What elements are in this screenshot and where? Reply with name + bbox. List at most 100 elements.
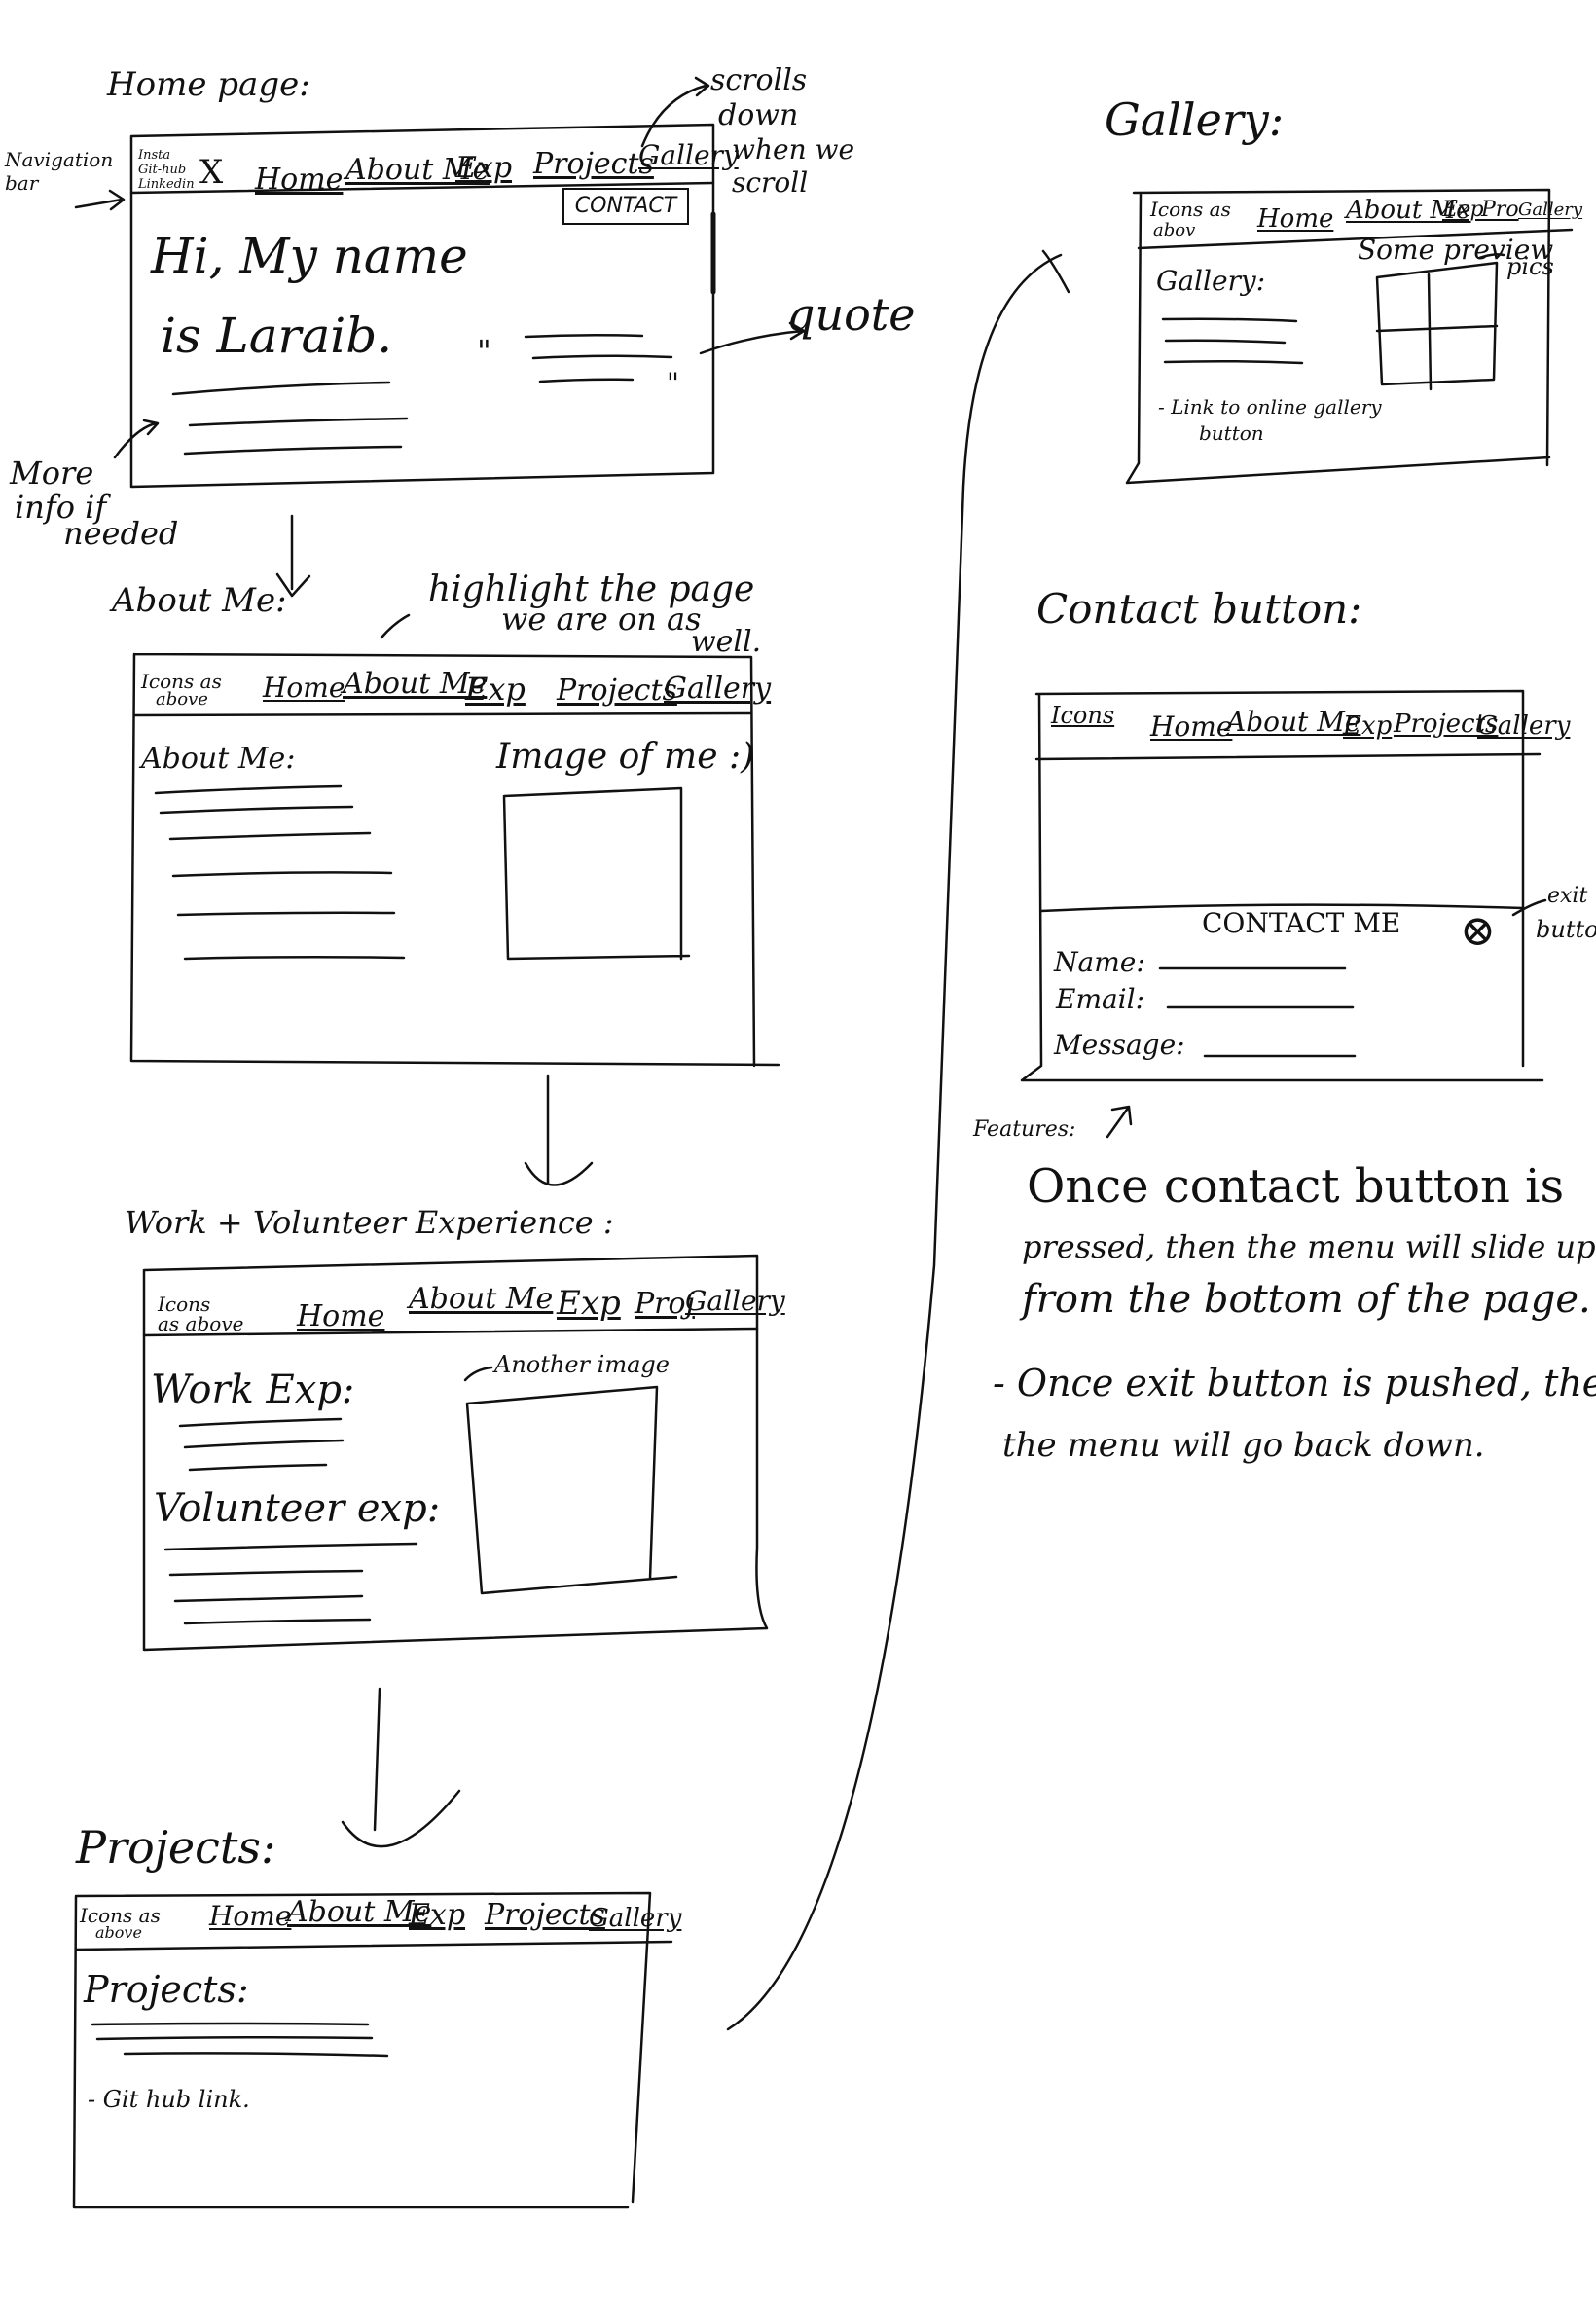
- feature-1-line-2: pressed, then the menu will slide up: [1022, 1228, 1596, 1265]
- name-field[interactable]: [1160, 952, 1345, 969]
- experience-title: Work + Volunteer Experience :: [125, 1204, 614, 1241]
- exp-nav-gallery[interactable]: Gallery: [685, 1288, 785, 1315]
- about-heading: About Me:: [141, 742, 296, 776]
- about-navbar-line: [132, 711, 753, 717]
- contact-panel-title: CONTACT ME: [1202, 907, 1401, 939]
- about-nav-exp[interactable]: Exp: [465, 674, 526, 705]
- contact-title: Contact button:: [1036, 585, 1362, 633]
- home-quote-lines: [524, 333, 673, 383]
- projects-heading: Projects:: [84, 1968, 249, 2011]
- feature-2-line-1: - Once exit button is pushed, then: [993, 1362, 1596, 1404]
- exp-image-label: Another image: [494, 1351, 670, 1378]
- email-field-label: Email:: [1056, 983, 1145, 1015]
- scroll-note-2: down: [718, 98, 799, 132]
- exp-icons-note-1: Icons: [158, 1293, 211, 1316]
- more-info-note-3: needed: [63, 515, 179, 552]
- feature-1-line-1: Once contact button is: [1027, 1159, 1565, 1214]
- scroll-note-1: scrolls: [710, 63, 808, 97]
- contact-nav-exp[interactable]: Exp: [1343, 713, 1392, 739]
- about-title: About Me:: [112, 581, 287, 620]
- features-label: Features:: [973, 1117, 1076, 1142]
- about-icons-note-2: above: [156, 689, 208, 710]
- gallery-icons-note-2: abov: [1153, 220, 1196, 240]
- name-field-label: Name:: [1054, 946, 1145, 978]
- gallery-heading: Gallery:: [1156, 265, 1266, 297]
- contact-icons-note: Icons: [1051, 702, 1115, 729]
- proj-icons-note-1: Icons as: [80, 1904, 161, 1927]
- more-info-arrow: [113, 419, 160, 459]
- home-nav-home[interactable]: Home: [255, 165, 343, 195]
- email-field[interactable]: [1168, 989, 1353, 1006]
- icon-github[interactable]: Git-hub: [138, 164, 186, 176]
- about-nav-projects[interactable]: Projects: [557, 676, 677, 706]
- contact-button[interactable]: CONTACT: [562, 188, 689, 225]
- icon-insta[interactable]: Insta: [138, 149, 170, 162]
- gallery-text-lines: [1161, 317, 1304, 365]
- close-icon[interactable]: X: [200, 156, 223, 189]
- projects-navbar-line: [74, 1940, 673, 1951]
- gallery-nav-pro[interactable]: Pro: [1481, 200, 1519, 221]
- proj-nav-gallery[interactable]: Gallery: [589, 1906, 681, 1931]
- scroll-note-arrow: [640, 76, 710, 148]
- exp-nav-about[interactable]: About Me: [409, 1285, 553, 1314]
- arrow-about-to-exp: [524, 1074, 594, 1186]
- close-icon[interactable]: ⊗: [1460, 910, 1496, 953]
- gallery-preview-note-2: pics: [1506, 253, 1554, 280]
- projects-title: Projects:: [76, 1821, 276, 1874]
- proj-nav-home[interactable]: Home: [209, 1903, 291, 1930]
- gallery-link-note-1[interactable]: - Link to online gallery: [1158, 397, 1382, 417]
- proj-icons-note-2: above: [95, 1923, 142, 1942]
- message-field-label: Message:: [1054, 1029, 1185, 1061]
- icon-linkedin[interactable]: Linkedin: [138, 178, 195, 191]
- exit-note-1: exit: [1547, 884, 1588, 908]
- quote-note: quote: [786, 288, 916, 341]
- features-arrow: [1106, 1105, 1133, 1139]
- work-heading: Work Exp:: [151, 1367, 355, 1412]
- quote-close: ": [667, 367, 679, 399]
- proj-nav-projects[interactable]: Projects: [485, 1901, 605, 1930]
- arrow-exp-to-proj: [341, 1687, 461, 1848]
- gallery-nav-home[interactable]: Home: [1257, 206, 1333, 232]
- home-title: Home page:: [107, 65, 310, 104]
- highlight-note-2: we are on as: [501, 601, 702, 638]
- home-nav-projects[interactable]: Projects: [533, 150, 654, 179]
- projects-text-lines: [91, 2022, 389, 2058]
- contact-navbar-line: [1034, 752, 1542, 761]
- gallery-nav-exp[interactable]: Exp: [1442, 200, 1484, 221]
- about-image-box: [502, 786, 691, 961]
- home-nav-exp[interactable]: Exp: [455, 154, 512, 183]
- highlight-note-3: well.: [691, 625, 762, 659]
- gallery-title: Gallery:: [1105, 93, 1285, 146]
- exit-note-2: button: [1536, 916, 1596, 943]
- contact-nav-home[interactable]: Home: [1150, 713, 1232, 741]
- exp-nav-exp[interactable]: Exp: [557, 1287, 621, 1320]
- about-icons-note-1: Icons as: [141, 670, 222, 693]
- hero-line-2: is Laraib.: [161, 308, 393, 364]
- more-info-note-1: More: [10, 455, 94, 492]
- experience-image-arrow: [463, 1366, 493, 1382]
- about-image-label: Image of me :): [496, 737, 755, 777]
- projects-wireframe: [72, 1891, 673, 2209]
- volunteer-heading: Volunteer exp:: [154, 1486, 441, 1531]
- scroll-note-4: scroll: [732, 166, 809, 199]
- gallery-icons-note-1: Icons as: [1150, 198, 1231, 221]
- hero-line-1: Hi, My name: [151, 228, 468, 284]
- exp-icons-note-2: as above: [158, 1312, 244, 1335]
- home-nav-gallery[interactable]: Gallery: [638, 142, 739, 169]
- message-field[interactable]: [1205, 1038, 1355, 1055]
- github-link-note[interactable]: - Git hub link.: [88, 2088, 250, 2111]
- about-nav-home[interactable]: Home: [263, 675, 345, 702]
- about-text-lines: [154, 784, 406, 961]
- about-nav-gallery[interactable]: Gallery: [664, 675, 771, 704]
- feature-2-line-2: the menu will go back down.: [1002, 1426, 1485, 1465]
- gallery-link-note-2[interactable]: button: [1199, 423, 1264, 443]
- scroll-note-3: when we: [732, 133, 855, 165]
- gallery-nav-gallery[interactable]: Gallery: [1518, 201, 1582, 219]
- proj-nav-exp[interactable]: Exp: [409, 1901, 465, 1930]
- contact-nav-gallery[interactable]: Gallery: [1477, 713, 1570, 739]
- exp-nav-home[interactable]: Home: [297, 1302, 384, 1331]
- gallery-preview-grid: [1375, 261, 1499, 391]
- contact-nav-about[interactable]: About Me: [1226, 709, 1360, 736]
- quote-open: ": [477, 333, 491, 370]
- experience-image-box: [465, 1385, 678, 1595]
